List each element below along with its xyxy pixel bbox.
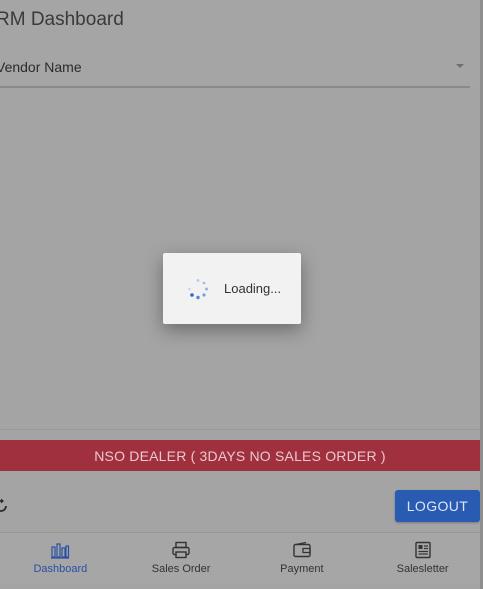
logout-button[interactable]: LOGOUT [395, 490, 480, 522]
wallet-icon [293, 541, 311, 558]
nav-label-payment: Payment [280, 563, 324, 575]
nav-item-payment[interactable]: Payment [242, 533, 363, 585]
refresh-icon[interactable] [0, 497, 10, 515]
vendor-select-value: Vendor Name [0, 59, 82, 75]
nav-label-dashboard: Dashboard [33, 563, 88, 575]
bottom-navigation: Dashboard Sales Order Payment Saleslette… [0, 532, 483, 585]
divider [0, 429, 483, 430]
printer-icon [172, 541, 190, 559]
nso-dealer-button[interactable]: NSO DEALER ( 3DAYS NO SALES ORDER ) [0, 440, 480, 471]
spinner-icon [188, 279, 208, 300]
nav-item-salesletter[interactable]: Salesletter [362, 533, 483, 585]
newspaper-icon [414, 541, 431, 559]
nav-item-dashboard[interactable]: Dashboard [0, 533, 121, 585]
bar-chart-icon [51, 543, 70, 559]
vendor-name-select[interactable]: Vendor Name [0, 50, 470, 88]
page-title: RM Dashboard [0, 9, 124, 30]
app-header: RM Dashboard Vendor Name [0, 0, 483, 90]
nav-item-sales-order[interactable]: Sales Order [121, 533, 242, 585]
loading-text: Loading... [224, 281, 282, 296]
nav-label-salesletter: Salesletter [396, 563, 449, 575]
loading-dialog: Loading... [163, 253, 301, 324]
nav-label-sales-order: Sales Order [151, 563, 211, 575]
chevron-down-icon [456, 64, 464, 68]
